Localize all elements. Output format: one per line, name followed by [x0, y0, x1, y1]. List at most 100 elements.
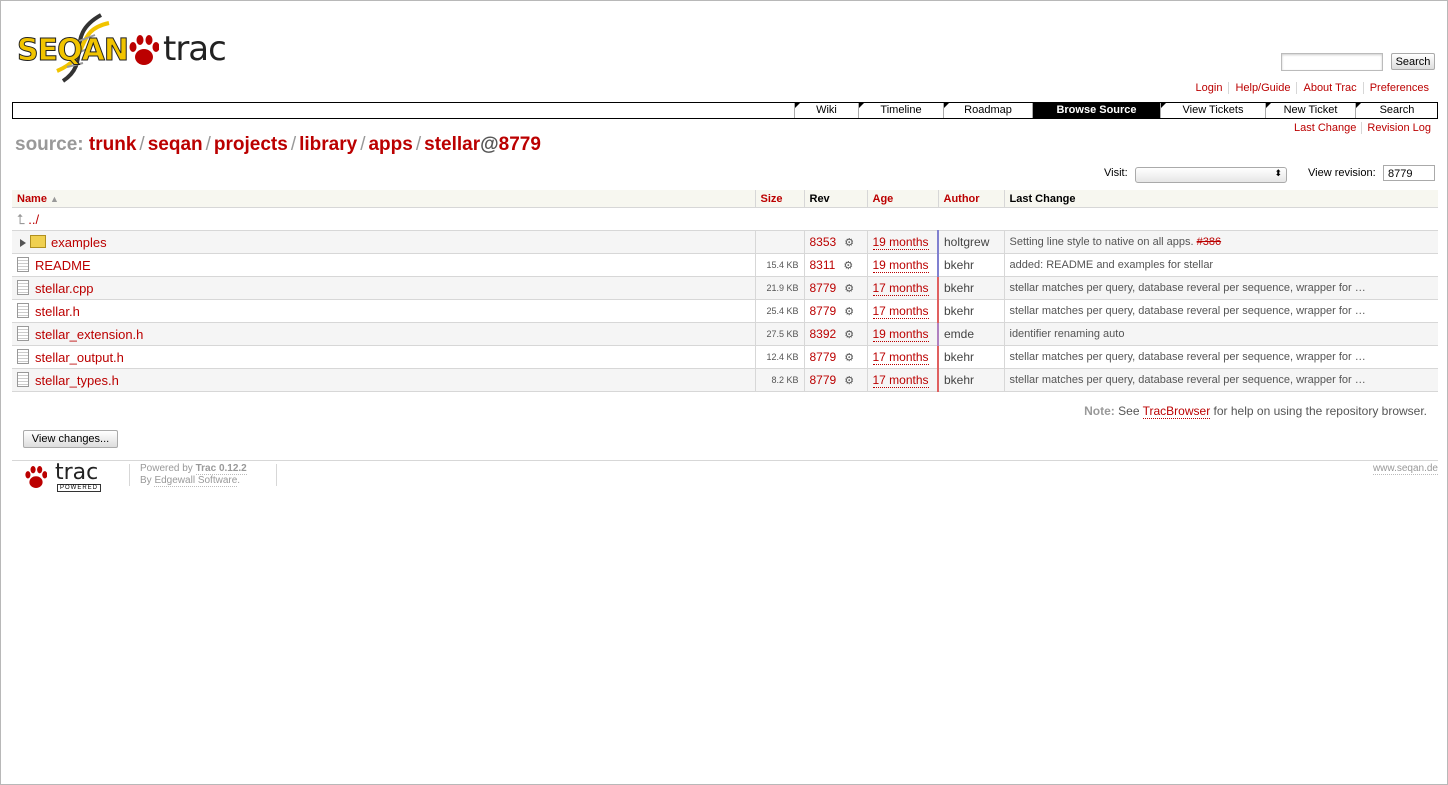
breadcrumb-stellar[interactable]: stellar: [424, 134, 480, 155]
parent-dir-link[interactable]: ../: [28, 212, 39, 227]
table-row: stellar_extension.h 27.5 KB 8392 ⚙ 19 mon…: [12, 322, 1438, 346]
rev-link[interactable]: 8779: [810, 350, 837, 364]
age-link[interactable]: 19 months: [872, 258, 929, 273]
rev-link[interactable]: 8353: [810, 235, 837, 249]
breadcrumb-trunk[interactable]: trunk: [89, 134, 137, 155]
file-icon: [17, 372, 29, 387]
changeset-gear-icon[interactable]: ⚙: [844, 305, 854, 318]
age-link[interactable]: 19 months: [872, 327, 929, 342]
file-link[interactable]: stellar_types.h: [35, 373, 119, 388]
breadcrumb-library[interactable]: library: [299, 134, 357, 155]
file-link[interactable]: README: [35, 258, 91, 273]
change-message: stellar matches per query, database reve…: [1003, 276, 1438, 300]
trac-version-link[interactable]: Trac 0.12.2: [195, 463, 247, 475]
rev-link[interactable]: 8779: [810, 373, 837, 387]
column-header-size[interactable]: Size: [754, 190, 804, 208]
file-link[interactable]: stellar_output.h: [35, 350, 124, 365]
paw-icon: [129, 35, 159, 65]
author-cell: emde: [937, 322, 1004, 346]
changeset-gear-icon[interactable]: ⚙: [844, 282, 854, 295]
view-changes-button[interactable]: View changes...: [23, 430, 118, 448]
footer-logo-text: trac: [55, 460, 99, 485]
age-link[interactable]: 17 months: [872, 304, 929, 319]
expand-triangle-icon[interactable]: [20, 238, 26, 247]
change-message: Setting line style to native on all apps…: [1009, 236, 1194, 248]
size-cell: 21.9 KB: [754, 276, 804, 300]
tab-search[interactable]: Search: [1355, 103, 1438, 118]
edgewall-link[interactable]: Edgewall Software: [154, 475, 238, 487]
up-arrow-icon: ⮤: [17, 210, 26, 227]
breadcrumb-apps[interactable]: apps: [368, 134, 412, 155]
breadcrumb-projects[interactable]: projects: [214, 134, 288, 155]
change-message: stellar matches per query, database reve…: [1003, 345, 1438, 369]
period: .: [237, 475, 241, 486]
changeset-gear-icon[interactable]: ⚙: [844, 236, 854, 249]
changeset-gear-icon[interactable]: ⚙: [844, 374, 854, 387]
table-row: README 15.4 KB 8311 ⚙ 19 months bkehr add…: [12, 253, 1438, 277]
rev-link[interactable]: 8392: [810, 327, 837, 341]
logo-brand-text: SEQAN: [17, 33, 130, 69]
file-link[interactable]: stellar.h: [35, 304, 80, 319]
table-row: stellar_output.h 12.4 KB 8779 ⚙ 17 months…: [12, 345, 1438, 369]
tab-corner-icon: [1356, 103, 1361, 108]
trac-powered-logo[interactable]: trac POWERED: [25, 460, 109, 492]
tab-view-tickets[interactable]: View Tickets: [1160, 103, 1265, 118]
tab-corner-icon: [1266, 103, 1271, 108]
visit-select[interactable]: ⬍: [1135, 167, 1287, 183]
tab-label: Timeline: [880, 104, 922, 116]
trac-browser-link[interactable]: TracBrowser: [1142, 404, 1211, 419]
column-header-age[interactable]: Age: [866, 190, 938, 208]
seqan-trac-logo[interactable]: SEQAN trac: [17, 11, 232, 85]
tab-label: Search: [1379, 104, 1415, 116]
age-link[interactable]: 17 months: [872, 373, 929, 388]
changeset-gear-icon[interactable]: ⚙: [844, 351, 854, 364]
tab-corner-icon: [795, 103, 800, 108]
rev-link[interactable]: 8311: [810, 258, 836, 272]
search-input[interactable]: [1281, 53, 1383, 71]
main-navigation: Wiki Timeline Roadmap Browse Source View…: [12, 102, 1438, 119]
breadcrumb-separator: /: [415, 134, 422, 155]
column-header-name[interactable]: Name ▲: [12, 190, 755, 208]
tab-label: Roadmap: [964, 104, 1012, 116]
column-header-author[interactable]: Author: [937, 190, 1004, 208]
folder-icon: [30, 234, 46, 248]
powered-badge: POWERED: [57, 484, 102, 492]
column-header-last-change: Last Change: [1003, 190, 1438, 208]
tab-browse-source[interactable]: Browse Source: [1032, 103, 1160, 118]
changeset-gear-icon[interactable]: ⚙: [843, 259, 853, 272]
file-icon: [17, 280, 29, 295]
site-link[interactable]: www.seqan.de: [1372, 463, 1438, 475]
last-change-link[interactable]: Last Change: [1294, 122, 1356, 134]
file-icon: [17, 349, 29, 364]
age-link[interactable]: 17 months: [872, 281, 929, 296]
revision-log-link[interactable]: Revision Log: [1367, 122, 1431, 134]
changeset-gear-icon[interactable]: ⚙: [844, 328, 854, 341]
preferences-link[interactable]: Preferences: [1370, 82, 1429, 94]
age-link[interactable]: 19 months: [872, 235, 929, 250]
age-link[interactable]: 17 months: [872, 350, 929, 365]
visit-label: Visit:: [1104, 167, 1128, 179]
note-before: See: [1118, 404, 1140, 418]
rev-link[interactable]: 8779: [810, 304, 837, 318]
rev-link[interactable]: 8779: [810, 281, 837, 295]
file-link[interactable]: stellar.cpp: [35, 281, 94, 296]
breadcrumb-seqan[interactable]: seqan: [148, 134, 203, 155]
breadcrumb-revision[interactable]: 8779: [499, 134, 541, 155]
tab-new-ticket[interactable]: New Ticket: [1265, 103, 1355, 118]
table-header-row: Name ▲ Size Rev Age Author Last Change: [12, 190, 1438, 208]
help-guide-link[interactable]: Help/Guide: [1235, 82, 1290, 94]
login-link[interactable]: Login: [1196, 82, 1223, 94]
author-cell: bkehr: [937, 299, 1004, 323]
tab-wiki[interactable]: Wiki: [794, 103, 858, 118]
ticket-link[interactable]: #386: [1197, 236, 1221, 248]
search-button[interactable]: Search: [1391, 53, 1435, 70]
tab-timeline[interactable]: Timeline: [858, 103, 943, 118]
tab-roadmap[interactable]: Roadmap: [943, 103, 1032, 118]
size-cell: [754, 230, 804, 254]
file-link[interactable]: stellar_extension.h: [35, 327, 143, 342]
about-trac-link[interactable]: About Trac: [1303, 82, 1356, 94]
size-cell: 15.4 KB: [754, 253, 804, 277]
tab-label: Browse Source: [1056, 104, 1137, 116]
dir-link[interactable]: examples: [51, 235, 107, 250]
view-revision-input[interactable]: 8779: [1383, 165, 1435, 181]
